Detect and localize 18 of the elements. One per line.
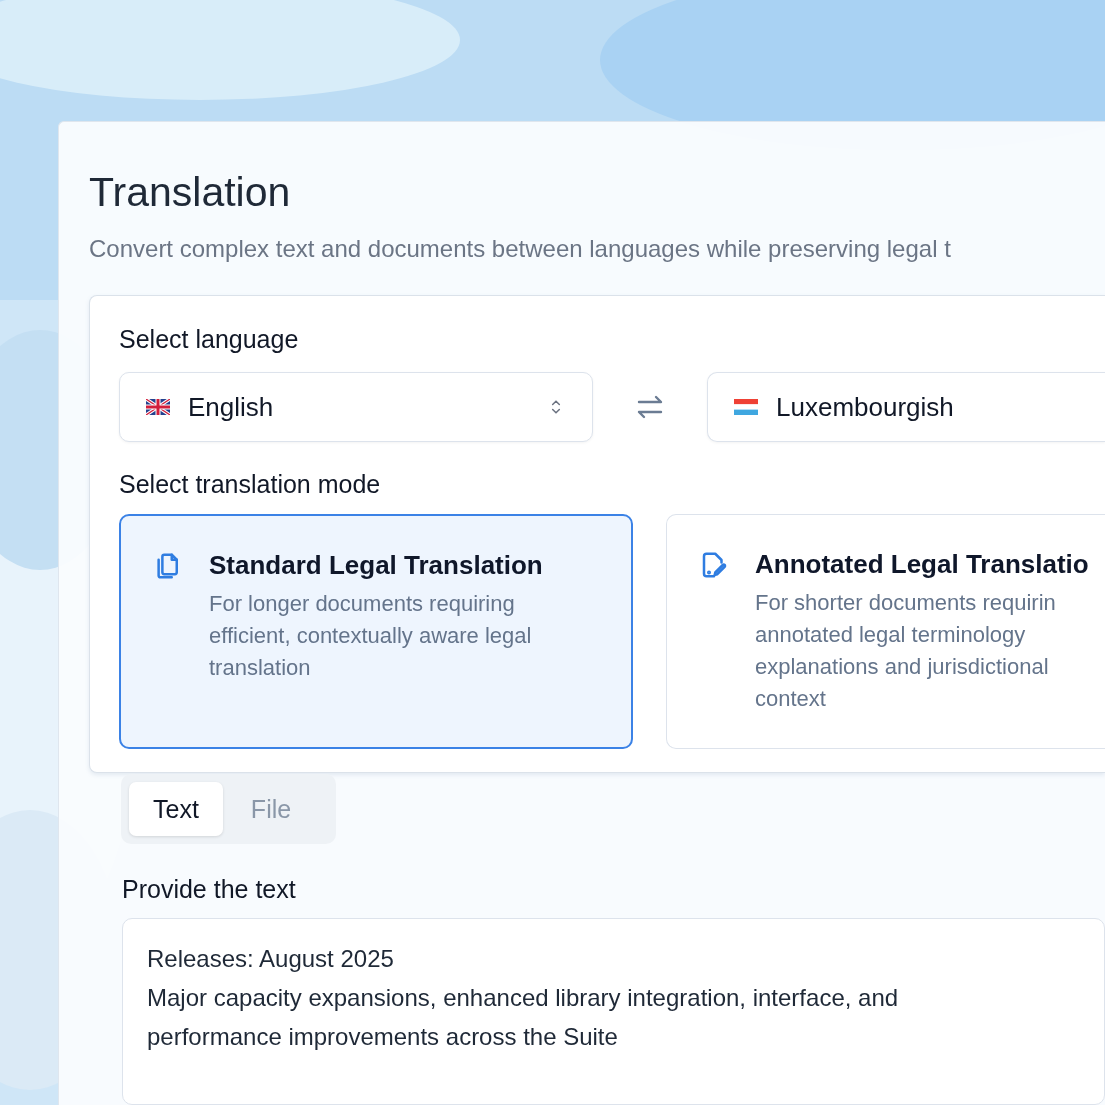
page-title: Translation [89, 168, 292, 217]
option-description: For longer documents requiring efficient, contextually aware legal translation [209, 590, 533, 682]
field-label: Provide the text [122, 874, 297, 905]
section-label: Select translation mode [119, 469, 382, 500]
flag-icon [146, 399, 170, 415]
text-input-field[interactable]: Releases: August 2025 Major capacity expansions, enhanced library integration, interface, and performance improvements across the Suite [122, 918, 1105, 1105]
target-language-select[interactable]: Luxembourgish [707, 372, 1105, 442]
mode-option-card[interactable]: Standard Legal Translation For longer documents requiring efficient, contextually aware legal translation [119, 514, 633, 749]
option-title: Annotated Legal Translatio [755, 548, 1089, 581]
mode-option-card[interactable]: Annotated Legal Translatio For shorter documents requirin annotated legal terminology explanations and jurisdictional context [666, 514, 1105, 749]
swap-icon[interactable] [636, 393, 664, 421]
source-language-select[interactable]: English [119, 372, 593, 442]
option-title: Standard Legal Translation [209, 549, 543, 582]
page-description: Convert complex text and documents between languages while preserving legal t [89, 234, 952, 264]
option-description: For shorter documents requirin annotated legal terminology explanations and jurisdictional context [755, 589, 1057, 713]
section-label: Select language [119, 324, 300, 355]
flag-icon [734, 399, 758, 415]
tab[interactable]: Text [129, 782, 223, 836]
